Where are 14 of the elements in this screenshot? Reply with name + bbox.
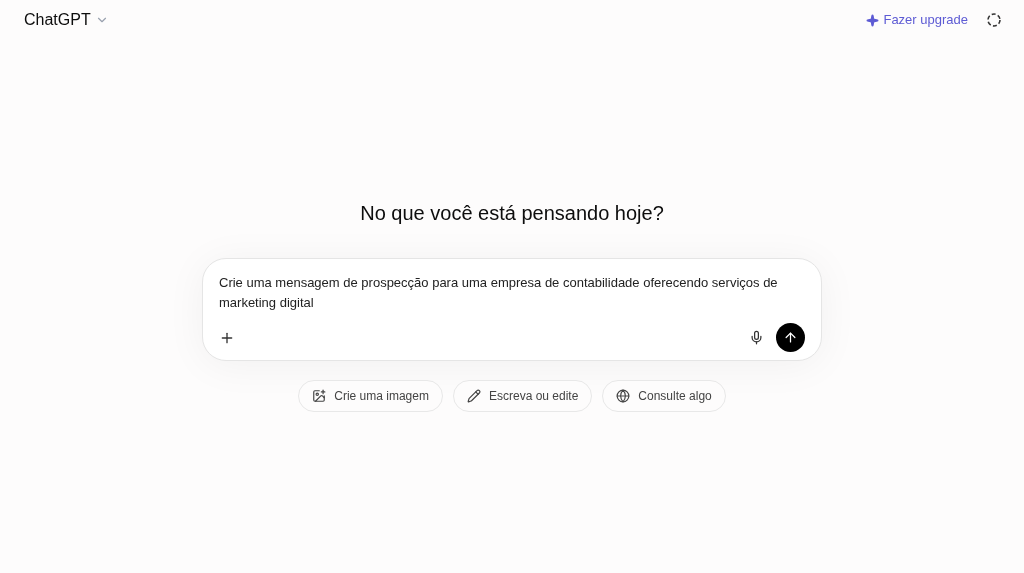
microphone-icon[interactable] [749, 330, 764, 345]
composer[interactable]: Crie uma mensagem de prospecção para uma empresa de contabilidade oferecendo serviços de marketing digital [202, 258, 822, 361]
prompt-field[interactable]: Crie uma mensagem de prospecção para uma empresa de contabilidade oferecendo serviços de marketing digital [219, 273, 805, 315]
send-button[interactable] [776, 323, 805, 352]
image-icon [312, 389, 327, 403]
sparkle-icon [866, 13, 880, 27]
write-icon [466, 389, 481, 403]
suggestion-chip[interactable]: Consulte algo [602, 380, 726, 412]
dashed-circle-icon[interactable] [986, 12, 1002, 28]
suggestion-chip[interactable]: Crie uma imagem [298, 380, 443, 412]
suggestion-chip[interactable]: Escreva ou edite [452, 380, 593, 412]
model-selector[interactable]: ChatGPT [24, 8, 109, 32]
page-heading: No que você está pensando hoje? [360, 201, 664, 226]
upgrade-link[interactable]: Fazer upgrade [866, 10, 968, 30]
